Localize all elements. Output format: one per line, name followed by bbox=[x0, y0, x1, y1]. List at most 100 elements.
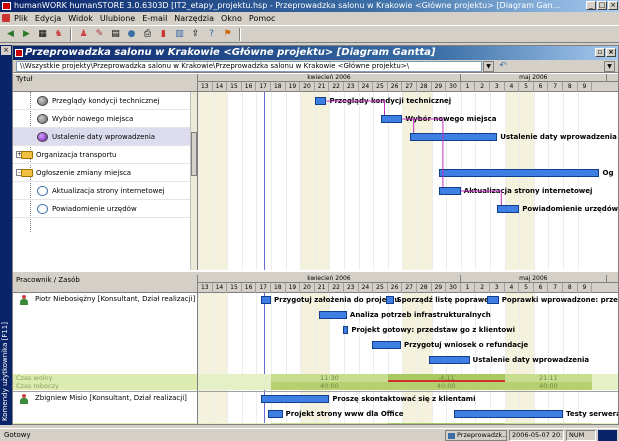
resource-task-label: Analiza potrzeb infrastrukturalnych bbox=[349, 311, 491, 319]
view-dropdown-icon[interactable]: ▼ bbox=[604, 61, 615, 72]
free-time-band: -4:11 bbox=[387, 374, 505, 382]
weekend-column bbox=[300, 293, 315, 424]
resource-name: Zbigniew Misio [Konsultant, Dział realiz… bbox=[35, 394, 187, 402]
day-label: 14 bbox=[213, 283, 228, 293]
menu-item[interactable]: Edycja bbox=[35, 14, 61, 23]
status-datetime: 2006-05-07 20:15 bbox=[509, 430, 564, 441]
resource-task-bar[interactable] bbox=[268, 410, 283, 418]
weekend-column bbox=[198, 293, 213, 424]
tool-icon[interactable]: ✎ bbox=[93, 28, 106, 41]
load-labels: Czas wolnyCzas roboczy bbox=[13, 374, 197, 390]
status-indicator bbox=[598, 430, 617, 441]
day-header: 13 14 15 16 17 18 19 20 21 22 23 24 25 26 27 28 29 30 1 2 3 4… bbox=[198, 283, 618, 293]
folder-icon bbox=[21, 169, 33, 177]
menu-item[interactable]: Pomoc bbox=[249, 14, 276, 23]
task-row[interactable]: Wybór nowego miejsca bbox=[13, 110, 191, 128]
back-arrow-icon[interactable]: ◀ bbox=[4, 28, 17, 41]
help-icon[interactable]: ? bbox=[205, 28, 218, 41]
person-body bbox=[20, 398, 28, 404]
title-bar: humanWORK humanSTORE 3.0.6303D [IT2_etap… bbox=[0, 0, 619, 12]
close-button[interactable]: × bbox=[608, 1, 618, 10]
book-icon[interactable]: ▮ bbox=[157, 28, 170, 41]
person-icon[interactable]: ♟ bbox=[77, 28, 90, 41]
status-bar: Gotowy Przeprowadzk... 2006-05-07 20:15 … bbox=[0, 428, 619, 441]
minimize-button[interactable]: _ bbox=[586, 1, 596, 10]
chart-icon[interactable]: ▥ bbox=[173, 28, 186, 41]
menu-item[interactable]: E-mail bbox=[142, 14, 167, 23]
document-controls: ▫ × bbox=[595, 48, 616, 57]
day-label: 22 bbox=[329, 283, 344, 293]
calendar-icon[interactable]: ▦ bbox=[36, 28, 49, 41]
resource-task-bar[interactable] bbox=[487, 296, 499, 304]
task-row[interactable]: Przeglądy kondycji technicznej bbox=[13, 92, 191, 110]
dependency-arrow bbox=[460, 190, 502, 205]
task-row[interactable]: Powiadomienie urzędów bbox=[13, 200, 191, 218]
day-label: 15 bbox=[227, 283, 242, 293]
users-icon[interactable]: ♞ bbox=[52, 28, 65, 41]
user-commands-sidebar[interactable]: × Komendy użytkownika [F11] bbox=[0, 45, 12, 425]
day-label: 16 bbox=[242, 283, 257, 293]
resource-task-bar[interactable] bbox=[260, 395, 330, 403]
day-label: 2 bbox=[475, 283, 490, 293]
resource-task-bar[interactable] bbox=[342, 326, 349, 334]
person-icon bbox=[20, 295, 28, 305]
task-row[interactable]: Ustalenie daty wprowadzenia bbox=[13, 128, 191, 146]
resource-task-bar[interactable] bbox=[386, 296, 394, 304]
menu-bar: Plik Edycja Widok Ulubione E-mail Narzędzia Ok… bbox=[0, 12, 619, 24]
person-body bbox=[20, 299, 28, 305]
menu-item[interactable]: Okno bbox=[221, 14, 242, 23]
task-row[interactable]: Aktualizacja strony internetowej bbox=[13, 182, 191, 200]
path-field[interactable]: \\Wszystkie projekty\Przeprowadzka salon… bbox=[16, 61, 482, 72]
path-dropdown-icon[interactable]: ▼ bbox=[483, 61, 494, 72]
status-task-button[interactable]: Przeprowadzk... bbox=[445, 430, 507, 441]
path-back-icon[interactable]: ↶ bbox=[497, 61, 509, 72]
maximize-button[interactable]: □ bbox=[597, 1, 607, 10]
resources-gantt-chart[interactable]: kwiecień 2006 maj 2006 13 14 15 16 17 18 19 20 21 2… bbox=[198, 275, 618, 424]
resources-column-header[interactable]: Pracownik / Zasób bbox=[13, 275, 197, 293]
resource-task-bar[interactable] bbox=[453, 410, 563, 418]
grid-column bbox=[271, 293, 272, 424]
resource-task-bar[interactable] bbox=[319, 311, 347, 319]
menu-item[interactable]: Narzędzia bbox=[174, 14, 214, 23]
today-line bbox=[264, 293, 266, 424]
task-row[interactable]: + Organizacja transportu bbox=[13, 146, 191, 164]
grid-column bbox=[212, 293, 214, 424]
menu-item[interactable]: Widok bbox=[68, 14, 93, 23]
path-bar: \\Wszystkie projekty\Przeprowadzka salon… bbox=[13, 60, 618, 73]
grid-column bbox=[285, 293, 287, 424]
document-icon[interactable]: ▤ bbox=[109, 28, 122, 41]
resource-task-bar[interactable] bbox=[371, 341, 401, 349]
document-restore-button[interactable]: ▫ bbox=[595, 48, 605, 57]
free-time-label: Czas wolny bbox=[16, 374, 53, 382]
task-label: Aktualizacja strony internetowej bbox=[52, 187, 165, 195]
globe-icon[interactable]: ● bbox=[125, 28, 138, 41]
app-menu-icon[interactable] bbox=[2, 14, 10, 22]
day-label: 18 bbox=[271, 283, 286, 293]
task-row[interactable]: - Ogłoszenie zmiany miejsca bbox=[13, 164, 191, 182]
flag-icon[interactable]: ⚑ bbox=[221, 28, 234, 41]
tasks-gantt-chart[interactable]: kwiecień 2006 maj 2006 13 14 15 16 17 18 19 20 21 2… bbox=[198, 74, 618, 270]
document-close-button[interactable]: × bbox=[606, 48, 616, 57]
menu-item[interactable]: Ulubione bbox=[100, 14, 135, 23]
day-label: 6 bbox=[534, 283, 549, 293]
tasks-scrollbar[interactable] bbox=[190, 92, 197, 270]
tasks-scroll-thumb[interactable] bbox=[191, 132, 197, 176]
resource-task-bar[interactable] bbox=[428, 356, 470, 364]
forward-arrow-icon[interactable]: ▶ bbox=[20, 28, 33, 41]
grid-column bbox=[256, 293, 258, 424]
gear-task-icon bbox=[37, 114, 48, 124]
day-label: 1 bbox=[461, 283, 476, 293]
tasks-column-header[interactable]: Tytuł bbox=[13, 74, 197, 92]
resource-task-bar[interactable] bbox=[260, 296, 271, 304]
close-icon[interactable]: × bbox=[1, 46, 11, 55]
export-icon[interactable]: ⇪ bbox=[189, 28, 202, 41]
free-time-band: 5:31 bbox=[271, 423, 388, 424]
resource-row[interactable]: Zbigniew Misio [Konsultant, Dział realiz… bbox=[13, 394, 191, 404]
task-label: Organizacja transportu bbox=[36, 151, 117, 159]
day-label: 25 bbox=[373, 283, 388, 293]
task-label: Ustalenie daty wprowadzenia bbox=[52, 133, 156, 141]
print-icon[interactable]: ⎙ bbox=[141, 28, 154, 41]
menu-item[interactable]: Plik bbox=[14, 14, 28, 23]
month-label: kwiecień 2006 bbox=[198, 275, 461, 283]
resource-row[interactable]: Piotr Niebosiężny [Konsultant, Dział rea… bbox=[13, 295, 195, 305]
